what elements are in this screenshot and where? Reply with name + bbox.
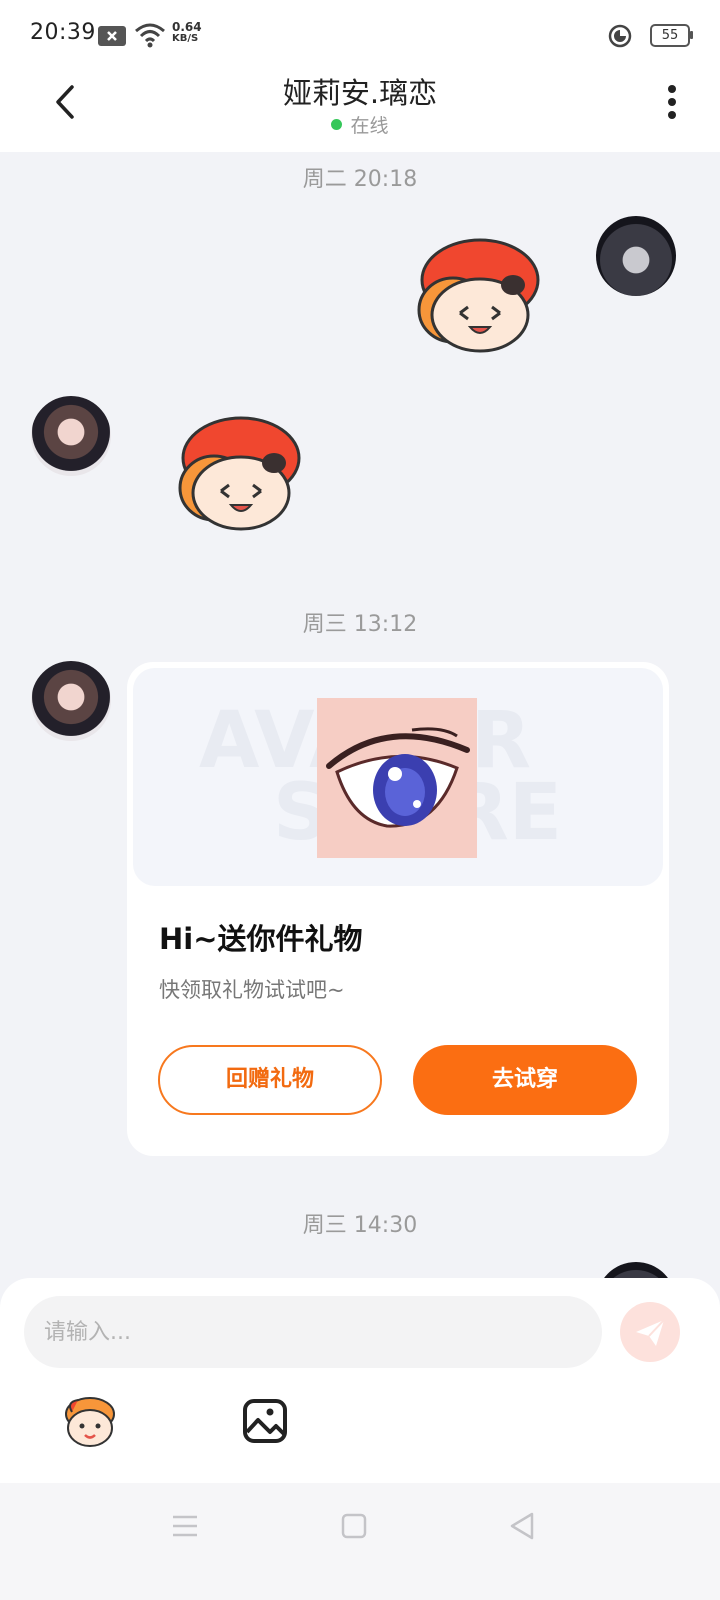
mascot-sticker[interactable] bbox=[166, 413, 316, 533]
message-input[interactable] bbox=[24, 1296, 564, 1368]
notification-icon bbox=[98, 26, 126, 46]
message-input-container bbox=[24, 1296, 602, 1368]
battery-icon: 55 bbox=[650, 24, 690, 47]
back-triangle-icon[interactable] bbox=[508, 1511, 536, 1541]
gift-card-title: Hi~送你件礼物 bbox=[159, 922, 363, 956]
contact-avatar[interactable] bbox=[31, 661, 111, 741]
send-icon bbox=[636, 1319, 665, 1346]
system-nav-bar bbox=[0, 1483, 720, 1600]
contact-avatar[interactable] bbox=[31, 396, 111, 476]
emoji-mascot-icon[interactable] bbox=[60, 1392, 120, 1452]
send-button[interactable] bbox=[620, 1302, 680, 1362]
data-saver-icon bbox=[608, 24, 632, 48]
return-gift-button[interactable]: 回赠礼物 bbox=[158, 1045, 382, 1115]
wifi-icon bbox=[134, 22, 166, 48]
gift-card-subtitle: 快领取礼物试试吧~ bbox=[159, 978, 345, 1002]
battery-tip bbox=[690, 31, 693, 39]
eye-item-image bbox=[317, 698, 477, 858]
image-icon[interactable] bbox=[236, 1392, 296, 1452]
network-speed: 0.64 KB/S bbox=[172, 20, 202, 44]
menu-icon[interactable] bbox=[172, 1513, 198, 1539]
online-dot bbox=[331, 119, 343, 130]
more-vertical-icon[interactable] bbox=[662, 82, 682, 122]
timestamp: 周二 20:18 bbox=[302, 167, 418, 192]
online-status-label: 在线 bbox=[350, 115, 389, 137]
timestamp: 周三 13:12 bbox=[302, 612, 418, 637]
mascot-sticker[interactable] bbox=[405, 235, 555, 355]
try-on-button[interactable]: 去试穿 bbox=[413, 1045, 637, 1115]
timestamp: 周三 14:30 bbox=[302, 1213, 418, 1238]
home-square-icon[interactable] bbox=[341, 1513, 367, 1539]
online-status: 在线 bbox=[0, 111, 720, 138]
contact-name: 娅莉安.璃恋 bbox=[282, 76, 438, 110]
status-time: 20:39 bbox=[30, 20, 96, 45]
my-avatar[interactable] bbox=[596, 216, 676, 296]
